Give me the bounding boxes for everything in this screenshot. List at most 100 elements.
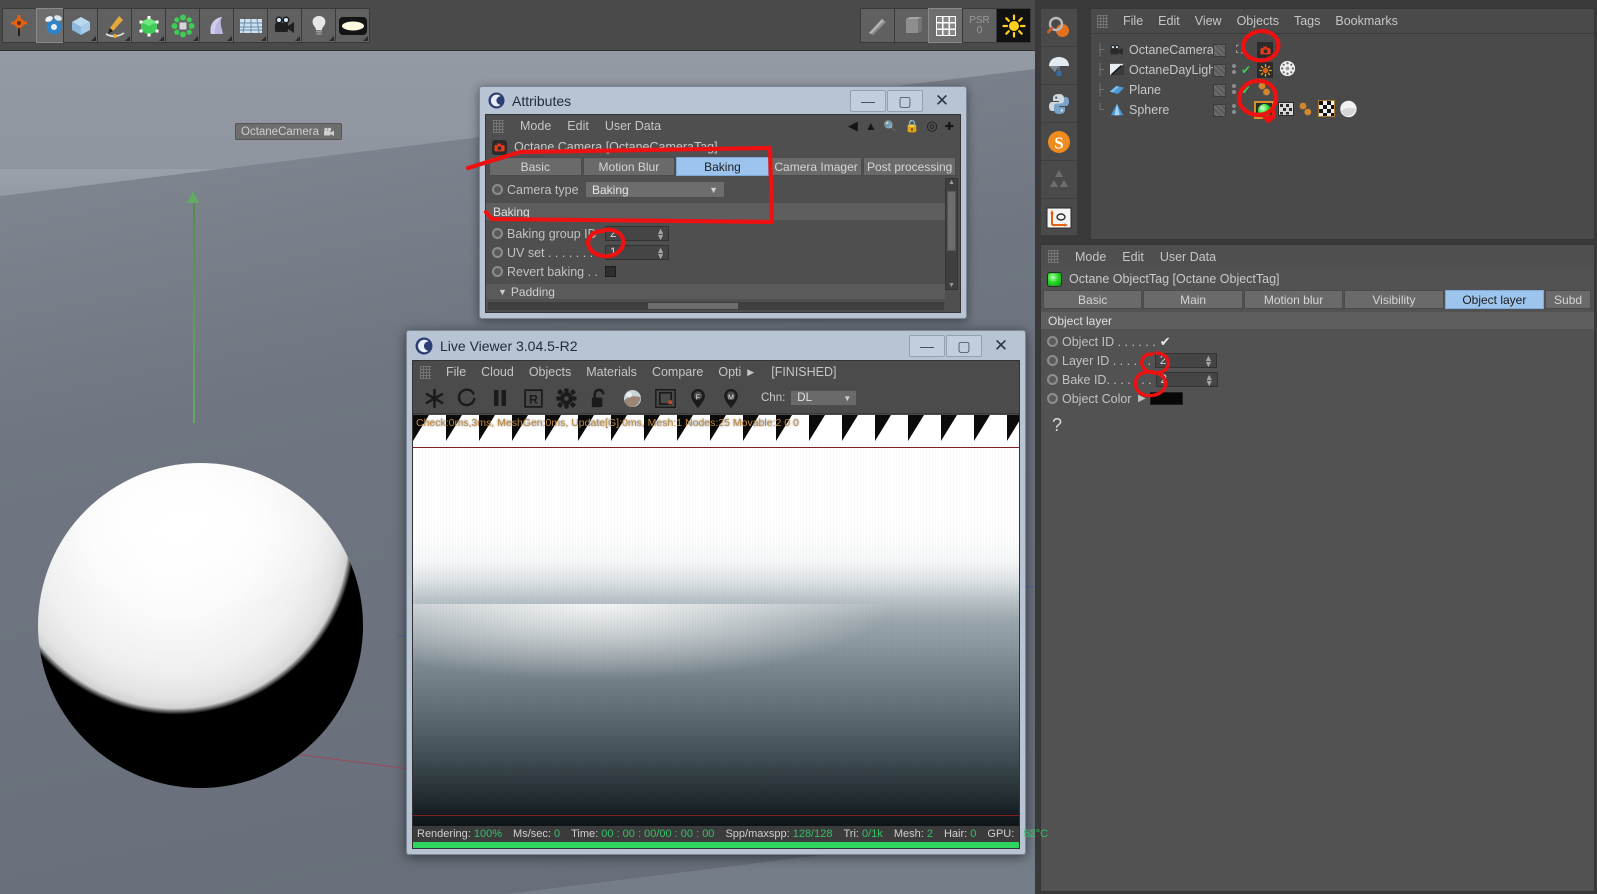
viewport-camera-label[interactable]: OctaneCamera	[235, 123, 342, 140]
lv-menu-compare[interactable]: Compare	[652, 365, 703, 379]
target-icon[interactable]: ◎	[926, 118, 937, 134]
attributes-dialog-scrollbar[interactable]: ▲ ▼	[945, 178, 958, 290]
nurbs-icon[interactable]	[131, 8, 166, 43]
close-button[interactable]: ✕	[924, 90, 960, 112]
baking-group-id-radio[interactable]	[492, 228, 503, 239]
material-tag-c[interactable]	[1298, 101, 1313, 120]
camera-type-radio[interactable]	[492, 184, 503, 195]
revert-baking-checkbox[interactable]	[605, 266, 616, 277]
lv-menu-materials[interactable]: Materials	[586, 365, 637, 379]
visibility-dots[interactable]	[1213, 43, 1226, 57]
tab-motion-blur[interactable]: Motion blur	[1243, 290, 1344, 309]
maximize-button[interactable]: ▢	[946, 335, 982, 357]
om-menu-tags[interactable]: Tags	[1294, 14, 1320, 28]
bake-id-stepper[interactable]: ▲ ▼	[1205, 373, 1214, 388]
attributes-dialog[interactable]: Attributes — ▢ ✕ Mode Edit User Data ◀ ▲…	[479, 86, 967, 319]
object-id-checkbox[interactable]: ✔	[1160, 334, 1171, 350]
tab-camera-imager[interactable]: Camera Imager	[769, 157, 863, 176]
cube-icon[interactable]	[63, 8, 98, 43]
ad-menu-edit[interactable]: Edit	[567, 119, 589, 133]
panel-grip-icon[interactable]	[1048, 250, 1059, 263]
coordinates-icon[interactable]	[1041, 199, 1077, 237]
enabled-check-icon[interactable]: ✔	[1241, 63, 1251, 77]
live-viewer-titlebar[interactable]: Live Viewer 3.04.5-R2 — ▢ ✕	[407, 331, 1025, 360]
material-icon[interactable]	[335, 8, 370, 43]
octane-objecttag[interactable]	[1254, 101, 1274, 119]
revert-baking-radio[interactable]	[492, 266, 503, 277]
panel-grip-icon[interactable]	[1097, 14, 1108, 28]
octane-daylight-tag[interactable]	[1257, 62, 1273, 78]
recycle-icon[interactable]	[1041, 161, 1077, 199]
close-button[interactable]: ✕	[983, 335, 1019, 357]
menu-overflow-icon[interactable]: ▶	[747, 367, 754, 378]
sky-tag[interactable]	[1279, 60, 1296, 80]
python-icon[interactable]	[1041, 85, 1077, 123]
ad-menu-userdata[interactable]: User Data	[605, 119, 661, 133]
visibility-dots[interactable]	[1213, 83, 1226, 97]
focus-pin-icon[interactable]: F	[687, 387, 709, 409]
bend-object-icon[interactable]	[894, 8, 929, 43]
camera-type-dropdown[interactable]: Baking ▼	[585, 181, 725, 198]
object-color-swatch[interactable]	[1149, 392, 1183, 405]
uv-tag[interactable]	[1278, 101, 1294, 120]
unlock-icon[interactable]	[588, 387, 610, 409]
uv-set-input[interactable]: 1 ▲ ▼	[605, 245, 669, 261]
visibility-dots[interactable]	[1213, 63, 1226, 77]
restart-render-icon[interactable]	[423, 387, 445, 409]
tab-main[interactable]: Main	[1143, 290, 1243, 309]
object-color-radio[interactable]	[1047, 393, 1058, 404]
tab-basic[interactable]: Basic	[1043, 290, 1143, 309]
picture-viewer-icon[interactable]	[654, 387, 676, 409]
chevron-right-icon[interactable]: ▶	[1138, 393, 1146, 404]
visibility-dots[interactable]	[1213, 103, 1226, 117]
am-menu-edit[interactable]: Edit	[1122, 250, 1144, 264]
cloud-icon[interactable]	[1041, 47, 1077, 85]
table-row[interactable]: └ Sphere	[1091, 100, 1594, 120]
lv-menu-options[interactable]: Opti	[718, 365, 741, 379]
scrollbar-thumb[interactable]	[947, 191, 956, 251]
visibility-toggle-dots[interactable]	[1232, 84, 1236, 94]
table-row[interactable]: ├ OctaneDayLight ✔	[1091, 60, 1594, 80]
sphere-object[interactable]	[38, 463, 363, 788]
layer-id-radio[interactable]	[1047, 355, 1058, 366]
enabled-check-icon[interactable]: ✔	[1241, 83, 1251, 97]
camera-icon[interactable]	[267, 8, 302, 43]
attributes-dialog-hscrollbar[interactable]	[488, 302, 944, 310]
region-render-icon[interactable]: R	[522, 387, 544, 409]
am-menu-mode[interactable]: Mode	[1075, 250, 1106, 264]
material-preview-icon[interactable]	[621, 387, 643, 409]
white-material-tag[interactable]	[1339, 100, 1358, 121]
baking-group-id-stepper[interactable]: ▲ ▼	[656, 227, 665, 242]
tab-visibility[interactable]: Visibility	[1344, 290, 1444, 309]
tab-basic[interactable]: Basic	[489, 157, 582, 176]
array-icon[interactable]	[165, 8, 200, 43]
layer-id-stepper[interactable]: ▲ ▼	[1204, 354, 1213, 369]
checker-material-tag[interactable]	[1318, 100, 1335, 120]
refresh-icon[interactable]	[456, 387, 478, 409]
panel-grip-icon[interactable]	[493, 119, 504, 133]
help-icon[interactable]: ?	[1041, 415, 1594, 436]
om-menu-objects[interactable]: Objects	[1237, 14, 1279, 28]
deformer-icon[interactable]	[199, 8, 234, 43]
object-id-radio[interactable]	[1047, 336, 1058, 347]
add-icon[interactable]: ✚	[945, 120, 954, 133]
content-browser-icon[interactable]	[1041, 9, 1077, 47]
settings-gear-icon[interactable]	[555, 387, 577, 409]
om-menu-view[interactable]: View	[1195, 14, 1222, 28]
tab-object-layer[interactable]: Object layer	[1444, 290, 1545, 309]
lv-menu-cloud[interactable]: Cloud	[481, 365, 514, 379]
row-layer-id[interactable]: Layer ID . . . . . . 2 ▲ ▼	[1041, 351, 1594, 370]
back-arrow-icon[interactable]: ◀	[848, 118, 858, 134]
am-menu-userdata[interactable]: User Data	[1160, 250, 1216, 264]
undo-redo-icon[interactable]	[2, 8, 37, 43]
maximize-button[interactable]: ▢	[887, 90, 923, 112]
bake-id-radio[interactable]	[1047, 374, 1058, 385]
attributes-dialog-titlebar[interactable]: Attributes — ▢ ✕	[480, 87, 966, 114]
lv-menu-objects[interactable]: Objects	[529, 365, 571, 379]
scene-icon[interactable]	[233, 8, 268, 43]
om-menu-file[interactable]: File	[1123, 14, 1143, 28]
material-pin-icon[interactable]: M	[720, 387, 742, 409]
row-baking-group-id[interactable]: Baking group ID 2 ▲ ▼	[486, 224, 960, 243]
uv-set-radio[interactable]	[492, 247, 503, 258]
grid-snap-icon[interactable]	[928, 8, 963, 43]
